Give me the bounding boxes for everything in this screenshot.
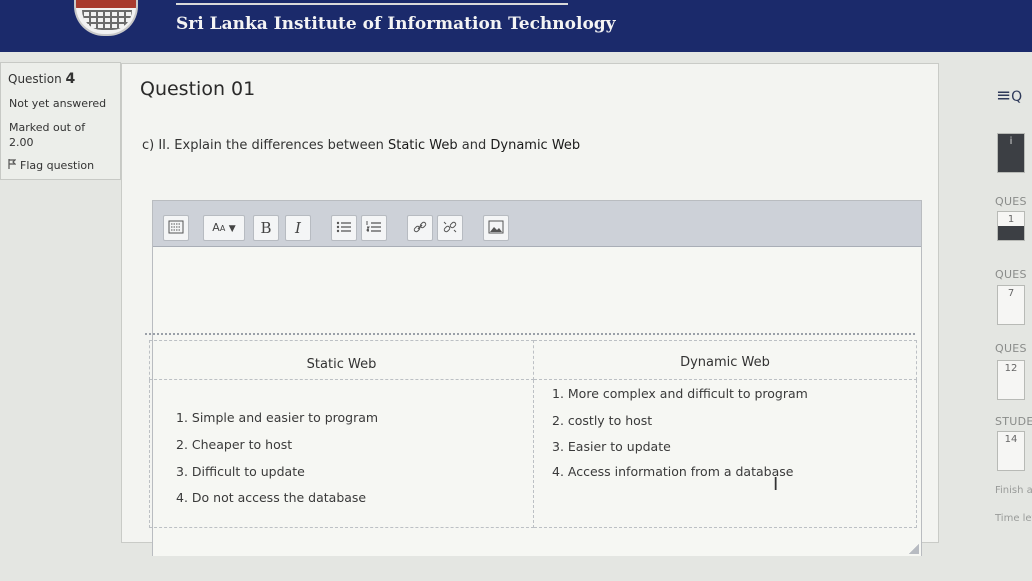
nav-box-label: 7 xyxy=(1007,288,1015,299)
site-title: Sri Lanka Institute of Information Techn… xyxy=(176,14,616,34)
table-header-dynamic[interactable]: Dynamic Web xyxy=(533,340,917,380)
list-item: 4. Access information from a database xyxy=(552,464,794,479)
list-item: 4. Do not access the database xyxy=(176,490,367,505)
question-term-dynamic: Dynamic Web xyxy=(490,138,581,153)
flag-icon xyxy=(8,159,17,172)
toolbar-toggle-button[interactable] xyxy=(163,215,189,241)
keyboard-icon xyxy=(168,220,184,234)
unlink-icon xyxy=(443,221,457,233)
dynamic-items-cell[interactable]: 1. More complex and difficult to program… xyxy=(533,379,917,528)
flag-question-link[interactable]: Flag question xyxy=(8,159,94,172)
bold-label: B xyxy=(260,219,272,237)
table-header-row: Static Web Dynamic Web xyxy=(149,340,917,380)
list-item: 1. More complex and difficult to program xyxy=(552,386,808,401)
answer-status: Not yet answered xyxy=(9,97,107,110)
italic-label: I xyxy=(295,219,301,237)
marks-info: Marked out of 2.00 xyxy=(9,120,85,150)
finish-attempt-link[interactable]: Finish at xyxy=(995,485,1032,496)
nav-menu-toggle[interactable]: ≡Q xyxy=(996,85,1022,106)
editor-toolbar: AA ▼ B I xyxy=(153,201,921,247)
time-left-label: Time left xyxy=(995,513,1032,524)
list-item: 3. Difficult to update xyxy=(176,464,305,479)
chevron-down-icon: ▼ xyxy=(228,224,236,234)
answer-editor[interactable]: AA ▼ B I Static Web Dynamic Web 1. Simpl… xyxy=(145,200,922,556)
nav-menu-partial: Q xyxy=(1011,89,1023,105)
insert-link-button[interactable] xyxy=(407,215,433,241)
resize-handle[interactable] xyxy=(909,544,919,554)
nav-question-button[interactable]: i xyxy=(997,133,1025,173)
question-number-value: 4 xyxy=(65,71,76,87)
nav-question-button[interactable]: 7 xyxy=(997,285,1025,325)
list-item: 3. Easier to update xyxy=(552,439,671,454)
bullet-list-button[interactable] xyxy=(331,215,357,241)
comparison-table: Static Web Dynamic Web 1. Simple and eas… xyxy=(149,340,917,528)
font-size-button[interactable]: AA ▼ xyxy=(203,215,245,241)
table-row: 1. Simple and easier to program 2. Cheap… xyxy=(149,379,917,528)
question-text-mid: and xyxy=(457,138,491,153)
site-header: Sri Lanka Institute of Information Techn… xyxy=(0,0,1032,52)
question-number-label: Question xyxy=(8,72,62,86)
image-icon xyxy=(488,220,504,234)
nav-section-label: QUES xyxy=(995,342,1027,355)
text-cursor-icon: I xyxy=(773,474,779,495)
question-card: Question 01 c) II. Explain the differenc… xyxy=(121,63,939,556)
editor-content-area[interactable]: Static Web Dynamic Web 1. Simple and eas… xyxy=(145,248,921,556)
list-item: 2. Cheaper to host xyxy=(176,437,293,452)
nav-box-label: 1 xyxy=(1007,214,1015,225)
font-size-label: A xyxy=(212,221,220,234)
question-text-prefix: c) II. Explain the differences between xyxy=(142,138,388,153)
table-header-static[interactable]: Static Web xyxy=(149,340,534,380)
table-top-border xyxy=(145,333,915,336)
insert-image-button[interactable] xyxy=(483,215,509,241)
italic-button[interactable]: I xyxy=(285,215,311,241)
nav-box-label: 12 xyxy=(1004,363,1018,374)
sliit-logo xyxy=(74,0,138,36)
nav-question-button[interactable]: 12 xyxy=(997,360,1025,400)
unlink-button[interactable] xyxy=(437,215,463,241)
numbered-list-button[interactable] xyxy=(361,215,387,241)
question-number: Question 4 xyxy=(8,71,75,87)
numbered-list-icon xyxy=(366,221,381,232)
nav-question-button[interactable]: 14 xyxy=(997,431,1025,471)
link-icon xyxy=(413,221,427,233)
nav-section-label: STUDE xyxy=(995,415,1032,428)
quiz-navigation-panel: ≡Q i QUES 1 QUES 7 QUES 12 STUDE 14 Fini… xyxy=(962,55,1032,581)
list-item: 2. costly to host xyxy=(552,413,653,428)
question-info-box: Question 4 Not yet answered Marked out o… xyxy=(0,62,121,180)
marked-out-of-label: Marked out of xyxy=(9,121,86,134)
bullet-list-icon xyxy=(336,221,351,233)
nav-box-label: 14 xyxy=(1004,434,1018,445)
question-title: Question 01 xyxy=(140,78,256,100)
bold-button[interactable]: B xyxy=(253,215,279,241)
question-term-static: Static Web xyxy=(387,138,458,153)
marked-out-of-value: 2.00 xyxy=(9,136,34,149)
question-text: c) II. Explain the differences between S… xyxy=(142,138,580,153)
flag-question-label: Flag question xyxy=(20,159,95,172)
nav-section-label: QUES xyxy=(995,268,1027,281)
nav-question-button[interactable]: 1 xyxy=(997,211,1025,241)
static-items-cell[interactable]: 1. Simple and easier to program 2. Cheap… xyxy=(149,379,534,528)
list-item: 1. Simple and easier to program xyxy=(176,410,379,425)
nav-section-label: QUES xyxy=(995,195,1027,208)
hamburger-icon: ≡ xyxy=(996,85,1012,106)
nav-box-label: i xyxy=(1009,136,1013,147)
header-divider xyxy=(176,3,568,5)
